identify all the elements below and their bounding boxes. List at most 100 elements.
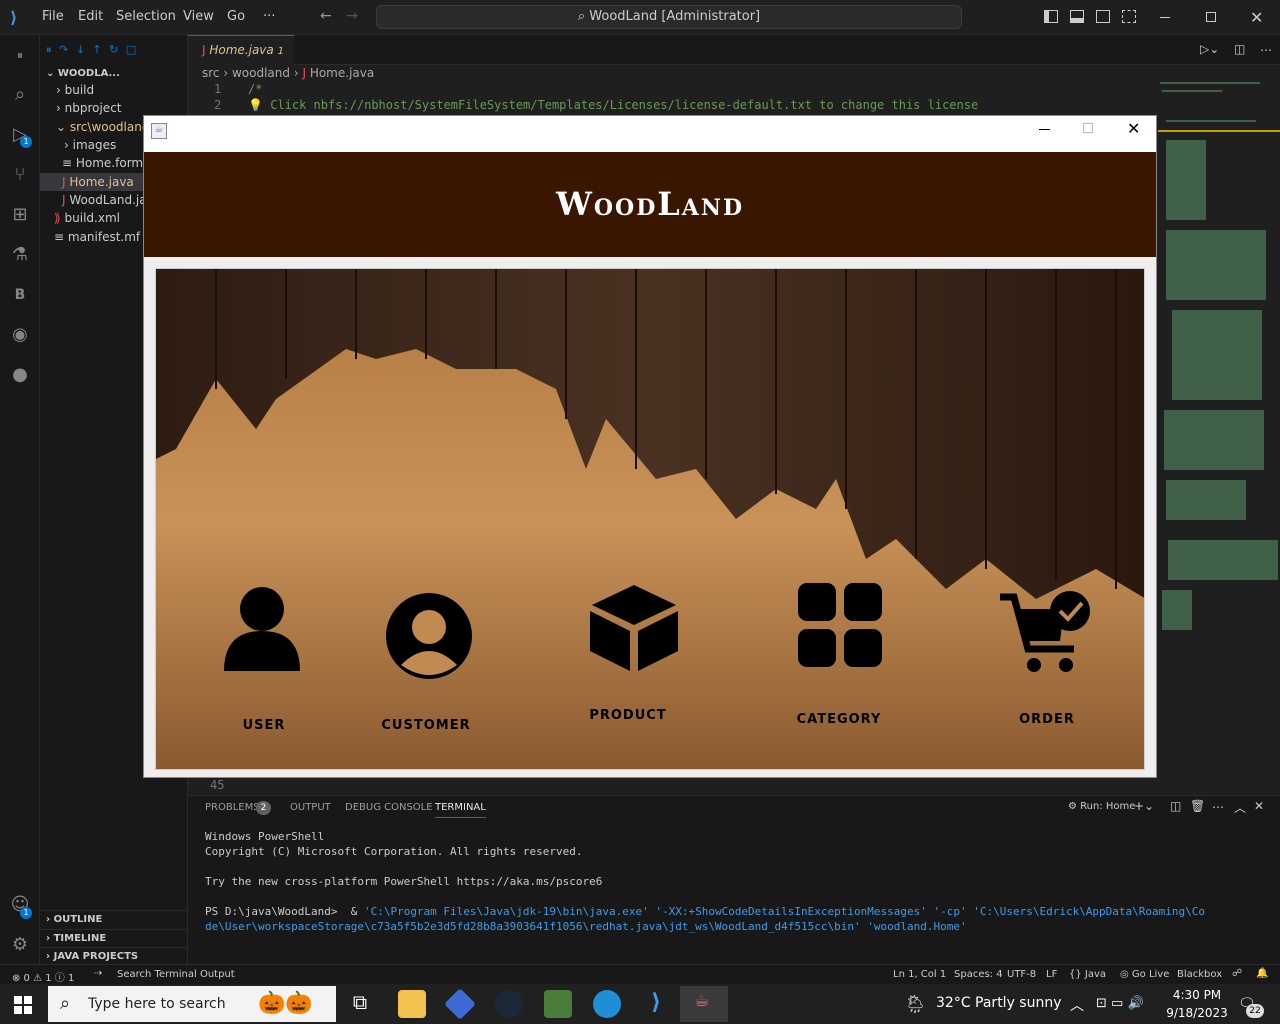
command-center[interactable]: ⌕ WoodLand [Administrator] bbox=[376, 5, 962, 29]
more-icon[interactable]: … bbox=[1212, 797, 1224, 811]
breadcrumb-file[interactable]: Home.java bbox=[310, 66, 374, 80]
vscode-taskbar-icon[interactable]: ⟩ bbox=[642, 990, 670, 1018]
minecraft-icon[interactable] bbox=[544, 990, 572, 1018]
source-control-icon[interactable]: ⑂ bbox=[8, 163, 32, 187]
search-terminal-output[interactable]: Search Terminal Output bbox=[117, 969, 235, 980]
outline-section[interactable]: › OUTLINE bbox=[40, 910, 188, 928]
minimap[interactable] bbox=[1158, 80, 1280, 680]
maximize-panel-icon[interactable]: ︿ bbox=[1234, 799, 1246, 816]
kill-terminal-icon[interactable]: 🗑 bbox=[1190, 799, 1205, 813]
tray-chevron-icon[interactable]: ︿ bbox=[1070, 995, 1084, 1015]
java-coffee-icon: ☕ bbox=[694, 990, 711, 1011]
windows-start-icon[interactable] bbox=[14, 996, 32, 1014]
tab-home-java[interactable]: J Home.java 1 ✕ bbox=[188, 35, 294, 87]
java-maximize-icon[interactable] bbox=[1083, 123, 1093, 133]
clock-time[interactable]: 4:30 PM bbox=[1172, 988, 1222, 1002]
weather-text[interactable]: 32°C Partly sunny bbox=[936, 995, 1062, 1011]
cursor-position[interactable]: Ln 1, Col 1 bbox=[893, 969, 946, 980]
notifications-bell-icon[interactable]: 🔔 bbox=[1256, 968, 1268, 979]
status-bar: ⊗ 0 ⚠ 1 ⓘ 1 ⇢ Search Terminal Output Ln … bbox=[0, 964, 1280, 984]
line-ending[interactable]: LF bbox=[1046, 969, 1057, 980]
breadcrumb-src[interactable]: src bbox=[202, 66, 220, 80]
system-tray-icons[interactable]: ⊡ ▭ 🔊 bbox=[1096, 996, 1144, 1011]
task-view-icon[interactable]: ⧉ bbox=[346, 990, 374, 1018]
timeline-section[interactable]: › TIMELINE bbox=[40, 929, 188, 947]
language-mode[interactable]: {} Java bbox=[1069, 969, 1106, 980]
tab-output[interactable]: OUTPUT bbox=[290, 802, 331, 813]
java-close-icon[interactable]: ✕ bbox=[1127, 119, 1140, 138]
blackbox-status[interactable]: Blackbox bbox=[1177, 969, 1222, 980]
breadcrumb: src › woodland › J Home.java bbox=[202, 66, 375, 80]
customer-button[interactable]: CUSTOMER bbox=[346, 718, 506, 733]
problems-status[interactable]: ⊗ 0 ⚠ 1 ⓘ 1 bbox=[12, 969, 74, 984]
search-icon[interactable]: ⌕ bbox=[8, 83, 32, 107]
menu-more[interactable]: ··· bbox=[263, 9, 275, 24]
menu-go[interactable]: Go bbox=[227, 9, 245, 24]
edge-icon[interactable] bbox=[593, 990, 621, 1018]
back-arrow-icon[interactable]: ← bbox=[320, 8, 332, 24]
indentation[interactable]: Spaces: 4 bbox=[954, 969, 1003, 980]
tab-problem-count: 1 bbox=[277, 46, 284, 57]
search-icon: ⌕ bbox=[577, 9, 590, 24]
taskbar-search[interactable]: ⌕ Type here to search 🎃🎃 bbox=[48, 986, 336, 1022]
menu-selection[interactable]: Selection bbox=[116, 9, 176, 24]
lightbulb-icon[interactable]: 💡 bbox=[248, 98, 263, 112]
close-panel-icon[interactable]: ✕ bbox=[1254, 799, 1264, 813]
terminal-status-icon: ⇢ bbox=[94, 968, 103, 979]
java-taskbar-button[interactable]: ☕ bbox=[680, 986, 728, 1022]
product-button[interactable]: PRODUCT bbox=[548, 708, 708, 723]
order-button[interactable]: ORDER bbox=[967, 712, 1127, 727]
user-icon[interactable] bbox=[222, 583, 302, 673]
category-icon[interactable] bbox=[798, 583, 884, 669]
debug-toolbar-icon[interactable]: ⏸ bbox=[8, 43, 32, 67]
run-java-icon[interactable]: ▷⌄ bbox=[1200, 42, 1219, 56]
close-icon[interactable]: ✕ bbox=[1250, 8, 1263, 27]
toggle-sidebar-icon[interactable] bbox=[1044, 10, 1058, 23]
clock-date[interactable]: 9/18/2023 bbox=[1166, 1006, 1228, 1020]
tab-debug-console[interactable]: DEBUG CONSOLE bbox=[345, 802, 433, 813]
menu-edit[interactable]: Edit bbox=[78, 9, 103, 24]
forward-arrow-icon[interactable]: → bbox=[346, 8, 358, 24]
more-actions-icon[interactable]: … bbox=[1260, 40, 1272, 54]
split-terminal-icon[interactable]: ◫ bbox=[1170, 799, 1181, 813]
steam-icon[interactable] bbox=[495, 990, 523, 1018]
split-editor-icon[interactable]: ◫ bbox=[1234, 42, 1245, 56]
accounts-badge: 1 bbox=[20, 907, 32, 919]
minimize-icon[interactable] bbox=[1160, 17, 1170, 18]
encoding[interactable]: UTF-8 bbox=[1007, 969, 1036, 980]
terminal-line: Windows PowerShell bbox=[205, 830, 325, 843]
restore-icon[interactable] bbox=[1206, 12, 1216, 22]
feedback-icon[interactable]: ☍ bbox=[1232, 968, 1242, 979]
git-graph-icon[interactable]: ◉ bbox=[8, 323, 32, 347]
editor-tabs: J Home.java 1 ✕ ▷⌄ ◫ … bbox=[188, 35, 1280, 87]
menu-view[interactable]: View bbox=[183, 9, 214, 24]
toggle-secondary-sidebar-icon[interactable] bbox=[1096, 10, 1110, 23]
run-home-terminal[interactable]: ⚙ Run: Home bbox=[1068, 801, 1135, 812]
java-projects-section[interactable]: › JAVA PROJECTS bbox=[40, 947, 188, 965]
github-icon[interactable]: ● bbox=[8, 363, 32, 387]
menu-file[interactable]: File bbox=[42, 9, 64, 24]
java-app-icon: ☕ bbox=[151, 123, 167, 139]
debug-controls[interactable]: ⏸ ↷ ↓ ↑ ↻ □ bbox=[46, 43, 138, 57]
extensions-icon[interactable]: ⊞ bbox=[8, 203, 32, 227]
user-button[interactable]: USER bbox=[184, 718, 344, 733]
order-cart-icon[interactable] bbox=[998, 589, 1094, 679]
product-icon[interactable] bbox=[588, 583, 680, 673]
go-live-button[interactable]: ◎ Go Live bbox=[1120, 969, 1169, 980]
testing-icon[interactable]: ⚗ bbox=[8, 243, 32, 267]
tab-terminal[interactable]: TERMINAL bbox=[435, 802, 486, 818]
vscode-logo-icon: ⟩ bbox=[10, 8, 18, 27]
customer-icon[interactable] bbox=[386, 593, 472, 679]
settings-gear-icon[interactable]: ⚙ bbox=[8, 933, 32, 957]
blackbox-icon[interactable]: B bbox=[8, 283, 32, 307]
breadcrumb-woodland[interactable]: woodland bbox=[232, 66, 290, 80]
terminal-output[interactable]: Windows PowerShell Copyright (C) Microsof… bbox=[205, 829, 1205, 934]
file-explorer-icon[interactable] bbox=[398, 990, 426, 1018]
java-minimize-icon[interactable] bbox=[1039, 129, 1050, 130]
tree-item-build[interactable]: › build bbox=[40, 81, 188, 99]
new-terminal-icon[interactable]: +⌄ bbox=[1134, 799, 1154, 813]
toggle-panel-icon[interactable] bbox=[1070, 10, 1084, 23]
tab-problems[interactable]: PROBLEMS bbox=[205, 802, 260, 813]
customize-layout-icon[interactable] bbox=[1122, 10, 1136, 23]
category-button[interactable]: CATEGORY bbox=[759, 712, 919, 727]
